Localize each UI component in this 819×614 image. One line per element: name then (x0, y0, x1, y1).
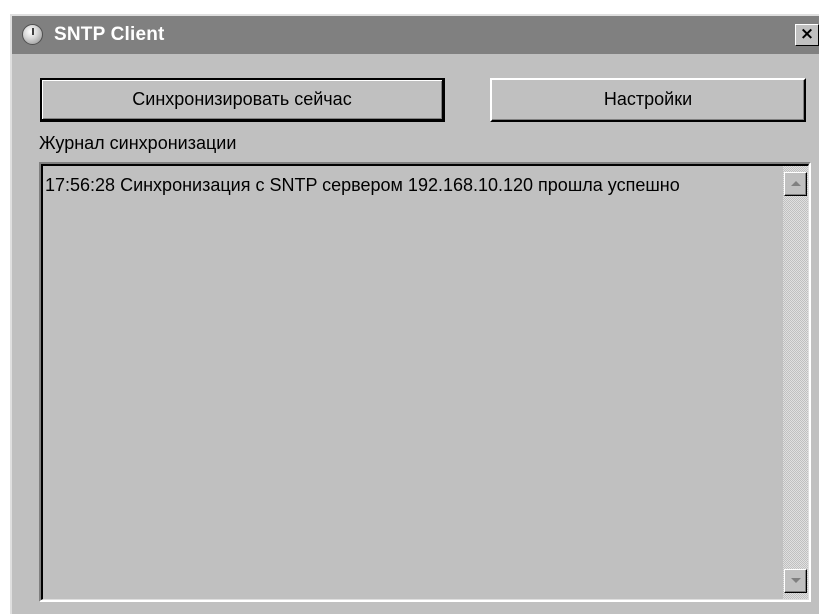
title-bar[interactable]: SNTP Client × (12, 16, 819, 54)
arrow-up-icon (791, 181, 801, 186)
scroll-up-button[interactable] (784, 172, 807, 196)
sync-log-label: Журнал синхронизации (39, 133, 237, 153)
clock-icon (22, 24, 43, 45)
scroll-down-button[interactable] (784, 569, 807, 593)
log-entry: 17:56:28 Синхронизация с SNTP сервером 1… (45, 175, 680, 195)
settings-button[interactable]: Настройки (490, 78, 806, 122)
sync-now-button[interactable]: Синхронизировать сейчас (40, 78, 445, 122)
sntp-client-window: SNTP Client × Синхронизировать сейчас На… (10, 14, 819, 614)
close-icon: × (799, 24, 815, 44)
vertical-scrollbar[interactable] (783, 166, 808, 599)
arrow-down-icon (791, 578, 801, 583)
sync-log-box[interactable]: 17:56:28 Синхронизация с SNTP сервером 1… (39, 162, 811, 602)
close-button[interactable]: × (795, 24, 819, 46)
sync-log-inner: 17:56:28 Синхронизация с SNTP сервером 1… (41, 164, 809, 600)
window-title: SNTP Client (54, 24, 165, 45)
